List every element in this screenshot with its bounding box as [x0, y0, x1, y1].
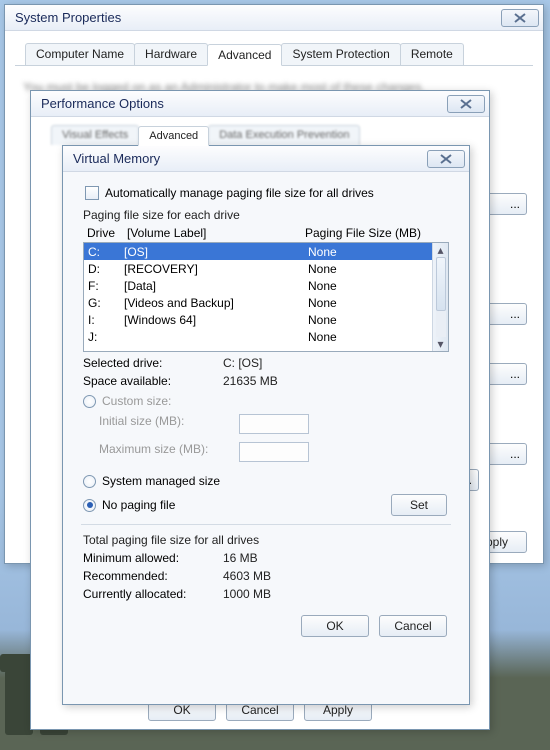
- header-drive: Drive: [87, 226, 127, 240]
- vm-title: Virtual Memory: [73, 151, 160, 166]
- max-size-label: Maximum size (MB):: [99, 442, 239, 462]
- min-allowed-label: Minimum allowed:: [83, 551, 223, 565]
- tab-system-protection[interactable]: System Protection: [281, 43, 400, 65]
- space-available-value: 21635 MB: [223, 374, 278, 388]
- drive-letter: I:: [88, 313, 124, 327]
- tab-hardware[interactable]: Hardware: [134, 43, 208, 65]
- drive-row[interactable]: J: None: [84, 328, 432, 345]
- header-size: Paging File Size (MB): [305, 226, 445, 240]
- min-allowed-value: 16 MB: [223, 551, 258, 565]
- drive-row[interactable]: F:[Data]None: [84, 277, 432, 294]
- scrollbar[interactable]: ▴ ▾: [432, 243, 448, 351]
- system-managed-label: System managed size: [102, 474, 220, 488]
- tab-visual-effects[interactable]: Visual Effects: [51, 125, 139, 145]
- settings-button-1[interactable]: ...: [487, 193, 527, 215]
- drive-size: None: [308, 262, 428, 276]
- recommended-value: 4603 MB: [223, 569, 271, 583]
- set-button[interactable]: Set: [391, 494, 447, 516]
- drive-letter: C:: [88, 245, 124, 259]
- close-icon[interactable]: [447, 95, 485, 113]
- drive-list-header: Drive [Volume Label] Paging File Size (M…: [83, 224, 449, 242]
- perf-title: Performance Options: [41, 96, 164, 111]
- drive-list[interactable]: C:[OS]NoneD:[RECOVERY]NoneF:[Data]NoneG:…: [83, 242, 449, 352]
- close-icon[interactable]: [427, 150, 465, 168]
- drive-row[interactable]: G:[Videos and Backup]None: [84, 294, 432, 311]
- scroll-down-icon[interactable]: ▾: [434, 337, 448, 351]
- drive-size: None: [308, 245, 428, 259]
- tab-remote[interactable]: Remote: [400, 43, 464, 65]
- drive-label: [OS]: [124, 245, 308, 259]
- drive-label: [Windows 64]: [124, 313, 308, 327]
- drive-row[interactable]: C:[OS]None: [84, 243, 432, 260]
- selected-drive-label: Selected drive:: [83, 356, 223, 370]
- vm-cancel-button[interactable]: Cancel: [379, 615, 447, 637]
- settings-button-4[interactable]: ...: [487, 443, 527, 465]
- tab-dep[interactable]: Data Execution Prevention: [208, 125, 360, 145]
- scroll-up-icon[interactable]: ▴: [434, 243, 448, 257]
- drive-letter: G:: [88, 296, 124, 310]
- no-paging-label: No paging file: [102, 498, 175, 512]
- totals-label: Total paging file size for all drives: [83, 533, 453, 547]
- initial-size-input[interactable]: [239, 414, 309, 434]
- vm-titlebar: Virtual Memory: [63, 146, 469, 172]
- close-icon[interactable]: [501, 9, 539, 27]
- drive-letter: F:: [88, 279, 124, 293]
- selected-drive-value: C: [OS]: [223, 356, 262, 370]
- drive-group-label: Paging file size for each drive: [83, 208, 453, 222]
- auto-manage-checkbox[interactable]: [85, 186, 99, 200]
- no-paging-radio[interactable]: [83, 499, 96, 512]
- current-value: 1000 MB: [223, 587, 271, 601]
- settings-button-2[interactable]: ...: [487, 303, 527, 325]
- initial-size-label: Initial size (MB):: [99, 414, 239, 434]
- drive-row[interactable]: I:[Windows 64]None: [84, 311, 432, 328]
- custom-size-radio[interactable]: [83, 395, 96, 408]
- tab-advanced[interactable]: Advanced: [207, 44, 282, 66]
- drive-label: [RECOVERY]: [124, 262, 308, 276]
- drive-letter: J:: [88, 330, 124, 344]
- scrollbar-thumb[interactable]: [436, 257, 446, 311]
- space-available-label: Space available:: [83, 374, 223, 388]
- sysprop-tabbar: Computer Name Hardware Advanced System P…: [15, 37, 533, 66]
- drive-size: None: [308, 279, 428, 293]
- sysprop-titlebar: System Properties: [5, 5, 543, 31]
- tab-perf-advanced[interactable]: Advanced: [138, 126, 209, 146]
- drive-label: [Data]: [124, 279, 308, 293]
- custom-size-label: Custom size:: [102, 394, 171, 408]
- tab-computer-name[interactable]: Computer Name: [25, 43, 135, 65]
- drive-letter: D:: [88, 262, 124, 276]
- auto-manage-label: Automatically manage paging file size fo…: [105, 186, 374, 200]
- perf-tabbar: Visual Effects Advanced Data Execution P…: [51, 125, 473, 145]
- scrollbar-track[interactable]: [436, 257, 446, 337]
- settings-button-3[interactable]: ...: [487, 363, 527, 385]
- max-size-input[interactable]: [239, 442, 309, 462]
- vm-ok-button[interactable]: OK: [301, 615, 369, 637]
- sysprop-title: System Properties: [15, 10, 121, 25]
- drive-size: None: [308, 296, 428, 310]
- header-volume: [Volume Label]: [127, 226, 305, 240]
- current-label: Currently allocated:: [83, 587, 223, 601]
- drive-label: [Videos and Backup]: [124, 296, 308, 310]
- drive-size: None: [308, 313, 428, 327]
- system-managed-radio[interactable]: [83, 475, 96, 488]
- perf-titlebar: Performance Options: [31, 91, 489, 117]
- drive-size: None: [308, 330, 428, 344]
- virtual-memory-window: Virtual Memory Automatically manage pagi…: [62, 145, 470, 705]
- recommended-label: Recommended:: [83, 569, 223, 583]
- drive-row[interactable]: D:[RECOVERY]None: [84, 260, 432, 277]
